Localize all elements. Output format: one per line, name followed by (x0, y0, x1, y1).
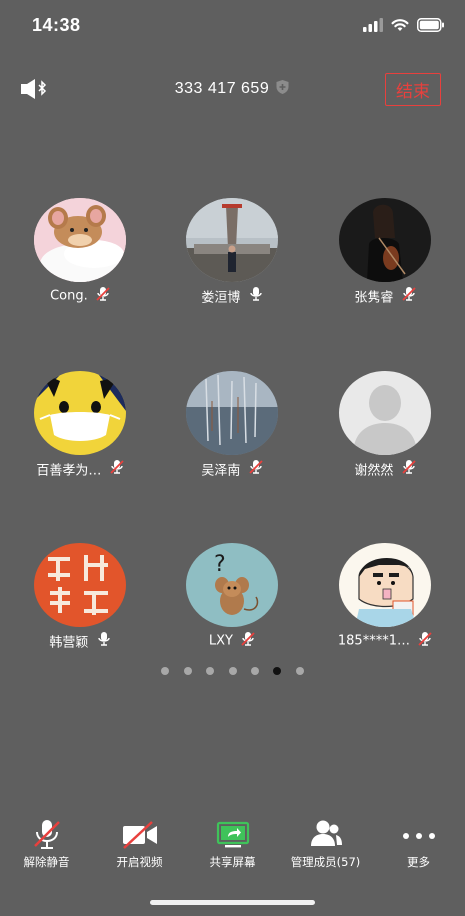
pikachu-mask-avatar (34, 371, 126, 455)
more-label: 更多 (407, 855, 430, 869)
page-dot[interactable] (250, 667, 259, 675)
manage-members-label: 管理成员(57) (290, 855, 361, 869)
mic-muted-icon (401, 286, 416, 306)
page-dot[interactable] (206, 667, 215, 675)
participant-name: 韩营颖 (49, 635, 89, 651)
red-seal-avatar (34, 543, 126, 627)
page-dot[interactable] (161, 667, 170, 675)
participant-name-row: 185****1… (305, 631, 465, 651)
meeting-toolbar: 解除静音 开启视频 共享屏幕 管理成员(57) 更多 (0, 818, 465, 878)
unmute-button[interactable]: 解除静音 (0, 818, 93, 870)
participant-name-row: 韩营颖 (0, 631, 160, 651)
mic-muted-icon (109, 459, 124, 479)
end-meeting-button[interactable]: 结束 (385, 73, 441, 106)
default-person-avatar (339, 371, 431, 455)
start-video-button[interactable]: 开启视频 (93, 818, 186, 870)
participant-tile[interactable]: Cong. (0, 198, 160, 308)
share-screen-icon (216, 821, 249, 848)
participant-name: 谢然然 (354, 463, 394, 479)
participant-name: Cong. (50, 288, 88, 304)
page-dot[interactable] (228, 667, 237, 675)
more-dots-icon (402, 833, 435, 839)
meeting-top-bar: 333 417 659 结束 (0, 70, 465, 110)
participant-name: LXY (208, 633, 233, 649)
participant-name-row: 吴泽南 (152, 459, 312, 479)
mic-muted-icon (33, 820, 60, 849)
participant-tile[interactable]: 韩营颖 (0, 543, 160, 653)
mic-muted-icon (241, 631, 255, 651)
page-dot-active[interactable] (273, 667, 282, 675)
participant-name: 张隽睿 (354, 290, 394, 306)
participant-tile[interactable]: 吴泽南 (152, 371, 312, 481)
participant-name: 娄洹博 (201, 290, 241, 306)
crayon-boy-avatar (339, 543, 431, 627)
participant-tile[interactable]: 谢然然 (305, 371, 465, 481)
participant-tile[interactable]: 185****1… (305, 543, 465, 653)
participant-name-row: 娄洹博 (152, 286, 312, 306)
mic-on-icon (97, 631, 111, 651)
start-video-label: 开启视频 (116, 855, 163, 869)
participant-name: 百善孝为… (36, 463, 102, 479)
status-bar: 14:38 (0, 0, 465, 50)
page-indicator[interactable] (0, 662, 465, 680)
mic-muted-icon (401, 459, 416, 479)
participant-name-row: 百善孝为… (0, 459, 160, 479)
status-time: 14:38 (32, 15, 81, 35)
mic-on-icon (249, 286, 263, 306)
mic-muted-icon (418, 631, 432, 651)
home-indicator[interactable] (150, 900, 315, 905)
meeting-id: 333 417 659 (174, 80, 270, 97)
members-icon (310, 820, 342, 846)
participant-name-row: LXY (152, 631, 312, 651)
signal-icon (363, 18, 383, 32)
participant-tile[interactable]: 张隽睿 (305, 198, 465, 308)
mouse-question-avatar: ? (186, 543, 278, 627)
cartoon-mouse-avatar (34, 198, 126, 282)
share-screen-button[interactable]: 共享屏幕 (186, 818, 279, 870)
participant-name-row: 张隽睿 (305, 286, 465, 306)
participant-name: 185****1… (337, 633, 410, 649)
violinist-avatar (339, 198, 431, 282)
participant-name-row: 谢然然 (305, 459, 465, 479)
wifi-icon (391, 19, 409, 31)
person-monument-avatar (186, 198, 278, 282)
shield-icon (275, 79, 290, 100)
mic-muted-icon (248, 459, 263, 479)
mic-muted-icon (96, 286, 110, 306)
more-button[interactable]: 更多 (372, 818, 465, 870)
unmute-label: 解除静音 (23, 855, 70, 869)
participant-tile[interactable]: 娄洹博 (152, 198, 312, 308)
participant-name: 吴泽南 (201, 463, 241, 479)
page-dot[interactable] (183, 667, 192, 675)
svg-text:?: ? (214, 552, 226, 577)
manage-members-button[interactable]: 管理成员(57) (279, 818, 372, 870)
trees-reflection-avatar (186, 371, 278, 455)
share-screen-label: 共享屏幕 (209, 855, 256, 869)
participant-name-row: Cong. (0, 286, 160, 306)
participant-tile[interactable]: ? LXY (152, 543, 312, 653)
battery-icon (417, 18, 444, 32)
video-off-icon (122, 821, 157, 849)
status-icons (363, 18, 445, 32)
page-dot[interactable] (295, 667, 304, 675)
participant-tile[interactable]: 百善孝为… (0, 371, 160, 481)
